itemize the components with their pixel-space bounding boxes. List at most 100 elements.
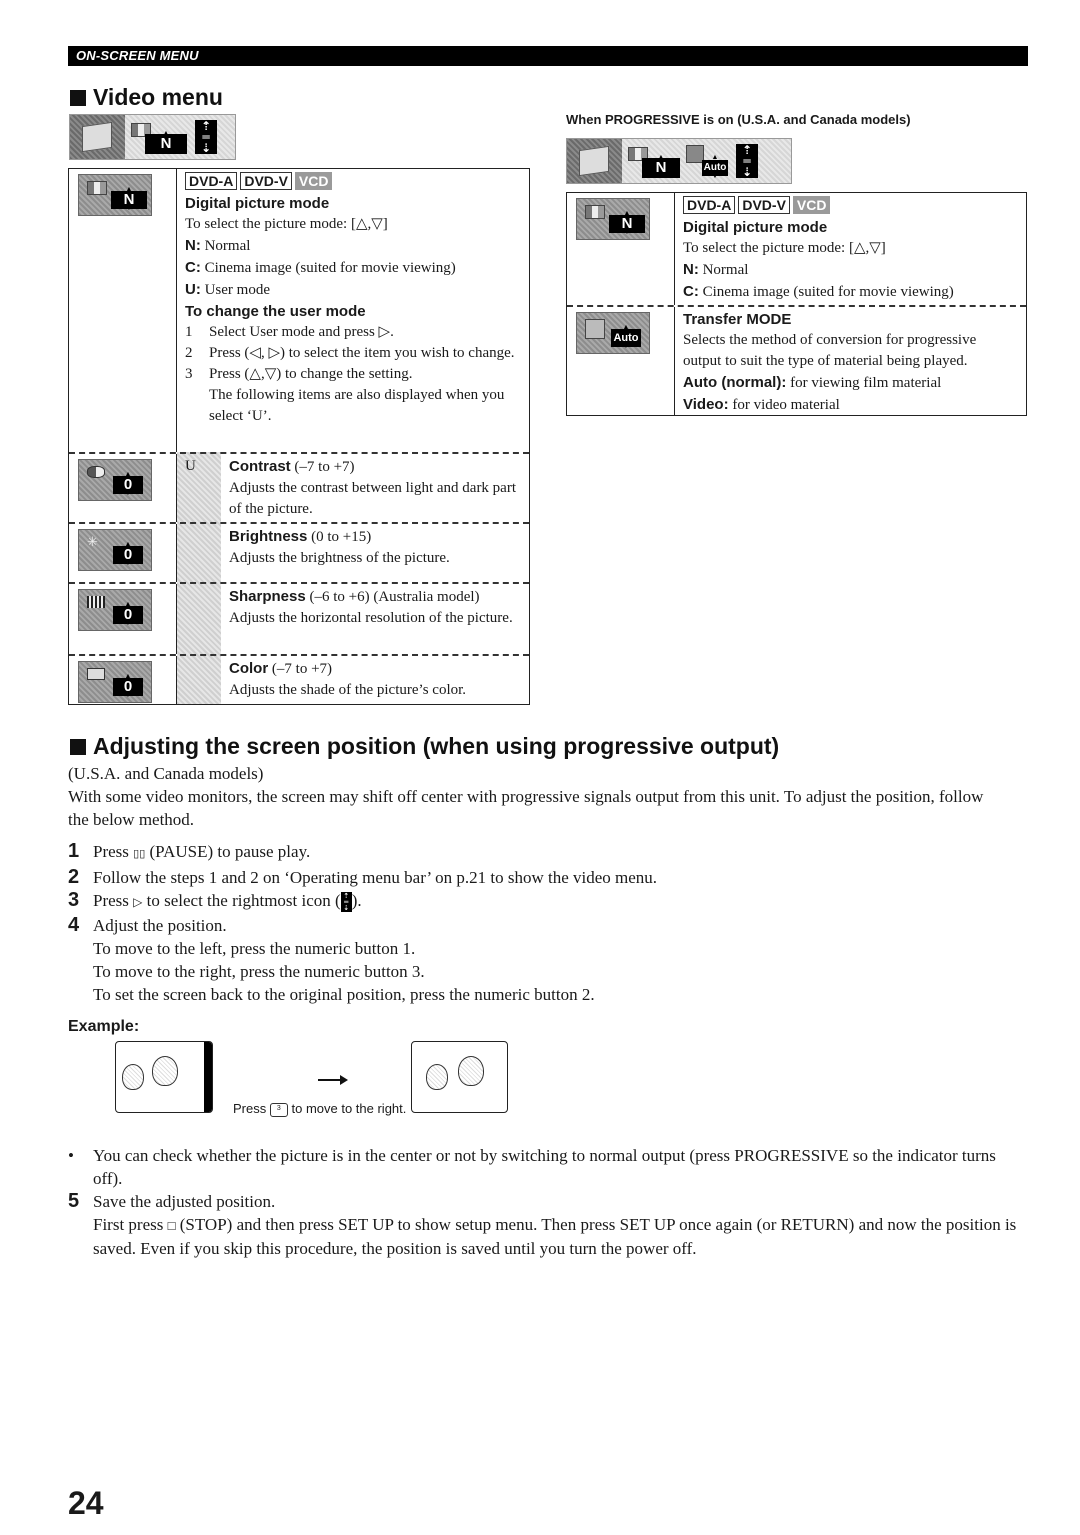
option-label: Normal	[702, 262, 749, 278]
square-bullet-icon	[70, 89, 86, 106]
step-text: ).	[351, 891, 362, 910]
step-text: Save the adjusted position.	[93, 1192, 276, 1211]
icon-cell: N	[567, 193, 675, 305]
badge-dvd-a: DVD-A	[683, 196, 736, 214]
video-menu-title: Video menu	[93, 84, 223, 110]
step-text: Follow the steps 1 and 2 on ‘Operating m…	[93, 868, 658, 887]
option-key: N:	[683, 261, 699, 278]
adjust-step-5: 5 Save the adjusted position. First press…	[68, 1190, 1028, 1260]
option-label: User mode	[204, 282, 270, 298]
step-3: 3 Press (△,▽) to change the setting.	[185, 364, 521, 385]
video-menu-heading: Video menu	[70, 84, 223, 111]
option-n: N: Normal	[683, 259, 1018, 281]
option-key: Auto (normal):	[683, 374, 787, 391]
screen-position-icon: ⇡ ═ ⇣	[195, 120, 217, 154]
item-name: Sharpness	[229, 588, 306, 605]
transfer-mode-title: Transfer MODE	[683, 311, 792, 328]
step-text: (PAUSE) to pause play.	[145, 842, 311, 861]
adjust-step-2: 2 Follow the steps 1 and 2 on ‘Operating …	[68, 866, 998, 889]
step4-detail: To move to the left, press the numeric b…	[93, 939, 416, 958]
bullet-text: You can check whether the picture is in …	[93, 1146, 996, 1188]
caption-text: to move to the right.	[291, 1101, 407, 1116]
section-header-bar: ON-SCREEN MENU	[68, 46, 1028, 66]
transfer-glyph	[585, 319, 605, 339]
text-cell: U Contrast (–7 to +7) Adjusts the contra…	[177, 454, 529, 522]
option-label: Cinema image (suited for movie viewing)	[702, 284, 954, 300]
contrast-icon: 0	[78, 459, 152, 501]
item-range: (–6 to +6) (Australia model)	[309, 589, 480, 605]
adjust-step-4: 4 Adjust the position.	[68, 914, 998, 937]
text-cell: DVD-A DVD-V VCD Digital picture mode To se…	[177, 169, 529, 452]
color-value: 0	[113, 678, 143, 696]
osd-picture-mode-icon: N	[78, 174, 152, 216]
option-key: N:	[185, 237, 201, 254]
step-1: 1 Select User mode and press ▷.	[185, 322, 521, 343]
option-n: N: Normal	[185, 235, 521, 257]
option-auto: Auto (normal): for viewing film material	[683, 372, 1018, 394]
picture-mode-glyph	[585, 205, 605, 219]
arrow-head-icon	[340, 1075, 348, 1085]
table-row-sharpness: 0 Sharpness (–6 to +6) (Australia model)…	[69, 582, 529, 654]
text-cell: Transfer MODE Selects the method of conv…	[675, 307, 1026, 415]
step-number: 2	[185, 345, 193, 361]
progressive-menu-strip: N Auto ⇡═⇣	[566, 138, 792, 184]
video-menu-icon	[70, 115, 125, 159]
item-desc: Adjusts the brightness of the picture.	[229, 550, 450, 566]
sharpness-value: 0	[113, 606, 143, 624]
numeric-key-3-icon: 3	[269, 1102, 288, 1117]
color-glyph	[87, 668, 105, 680]
mode-value-box: N	[642, 158, 680, 178]
transfer-value-box: Auto	[702, 160, 728, 176]
item-range: (–7 to +7)	[271, 661, 333, 677]
contrast-value: 0	[113, 476, 143, 494]
icon-cell: N	[69, 169, 177, 452]
right-arrow-icon: ▷	[133, 895, 143, 909]
icon-cell: ✳ 0	[69, 524, 177, 582]
video-menu-table: N DVD-ADVD-VVCD Digital picture mode To …	[68, 168, 530, 705]
step-number: 4	[68, 914, 80, 936]
step-text: Press	[93, 842, 134, 861]
table-row-digital-picture: N DVD-ADVD-VVCD Digital picture mode To …	[69, 169, 529, 452]
step-number: 1	[68, 840, 80, 862]
option-c: C: Cinema image (suited for movie viewin…	[683, 281, 1018, 303]
mode-value-box: N	[145, 134, 187, 154]
text-cell: Sharpness (–6 to +6) (Australia model) A…	[177, 584, 529, 654]
bullet-icon: •	[68, 1146, 74, 1165]
disc-badges: DVD-A DVD-V VCD	[683, 196, 1018, 217]
adjust-steps: 1 Press ▯▯ (PAUSE) to pause play. 2 Follow…	[68, 840, 998, 1006]
brightness-icon: ✳ 0	[78, 529, 152, 571]
table-row-contrast: 0 U Contrast (–7 to +7) Adjusts the cont…	[69, 452, 529, 522]
icon-cell: 0	[69, 656, 177, 704]
contrast-glyph	[87, 466, 105, 478]
step-number: 3	[185, 366, 193, 382]
transfer-value: Auto	[611, 329, 641, 347]
text-cell: DVD-A DVD-V VCD Digital picture mode To se…	[675, 193, 1026, 305]
item-range: (0 to +15)	[311, 529, 372, 545]
step-number: 3	[68, 889, 80, 911]
person-illustration	[152, 1056, 178, 1086]
item-range: (–7 to +7)	[294, 459, 355, 475]
transfer-mode-desc: Selects the method of conversion for pro…	[683, 332, 977, 369]
step-text: (STOP) and then press SET UP to show set…	[93, 1215, 1017, 1258]
option-label: for viewing film material	[790, 375, 942, 391]
step-text: First press	[93, 1215, 168, 1234]
icon-cell: Auto	[567, 307, 675, 415]
example-label: Example:	[68, 1018, 140, 1035]
item-name: Contrast	[229, 458, 291, 475]
table-row-brightness: ✳ 0 Brightness (0 to +15) Adjusts the br…	[69, 522, 529, 582]
user-mode-note: The following items are also displayed w…	[209, 387, 505, 424]
models-note: (U.S.A. and Canada models)	[68, 764, 264, 783]
video-menu-strip: N ⇡═⇣	[69, 114, 236, 160]
mode-value: N	[609, 215, 645, 233]
step4-detail: To move to the right, press the numeric …	[93, 962, 425, 981]
adjust-step-1: 1 Press ▯▯ (PAUSE) to pause play.	[68, 840, 998, 866]
text-cell: Brightness (0 to +15) Adjusts the bright…	[177, 524, 529, 582]
text-cell: Color (–7 to +7) Adjusts the shade of th…	[177, 656, 529, 704]
page-number: 24	[68, 1485, 104, 1521]
mode-value: N	[111, 191, 147, 209]
step-number: 2	[68, 866, 80, 888]
option-key: C:	[683, 283, 699, 300]
pause-icon: ▯▯	[133, 848, 146, 860]
example-caption: Press 3 to move to the right.	[233, 1100, 413, 1118]
step-text: Adjust the position.	[93, 916, 227, 935]
